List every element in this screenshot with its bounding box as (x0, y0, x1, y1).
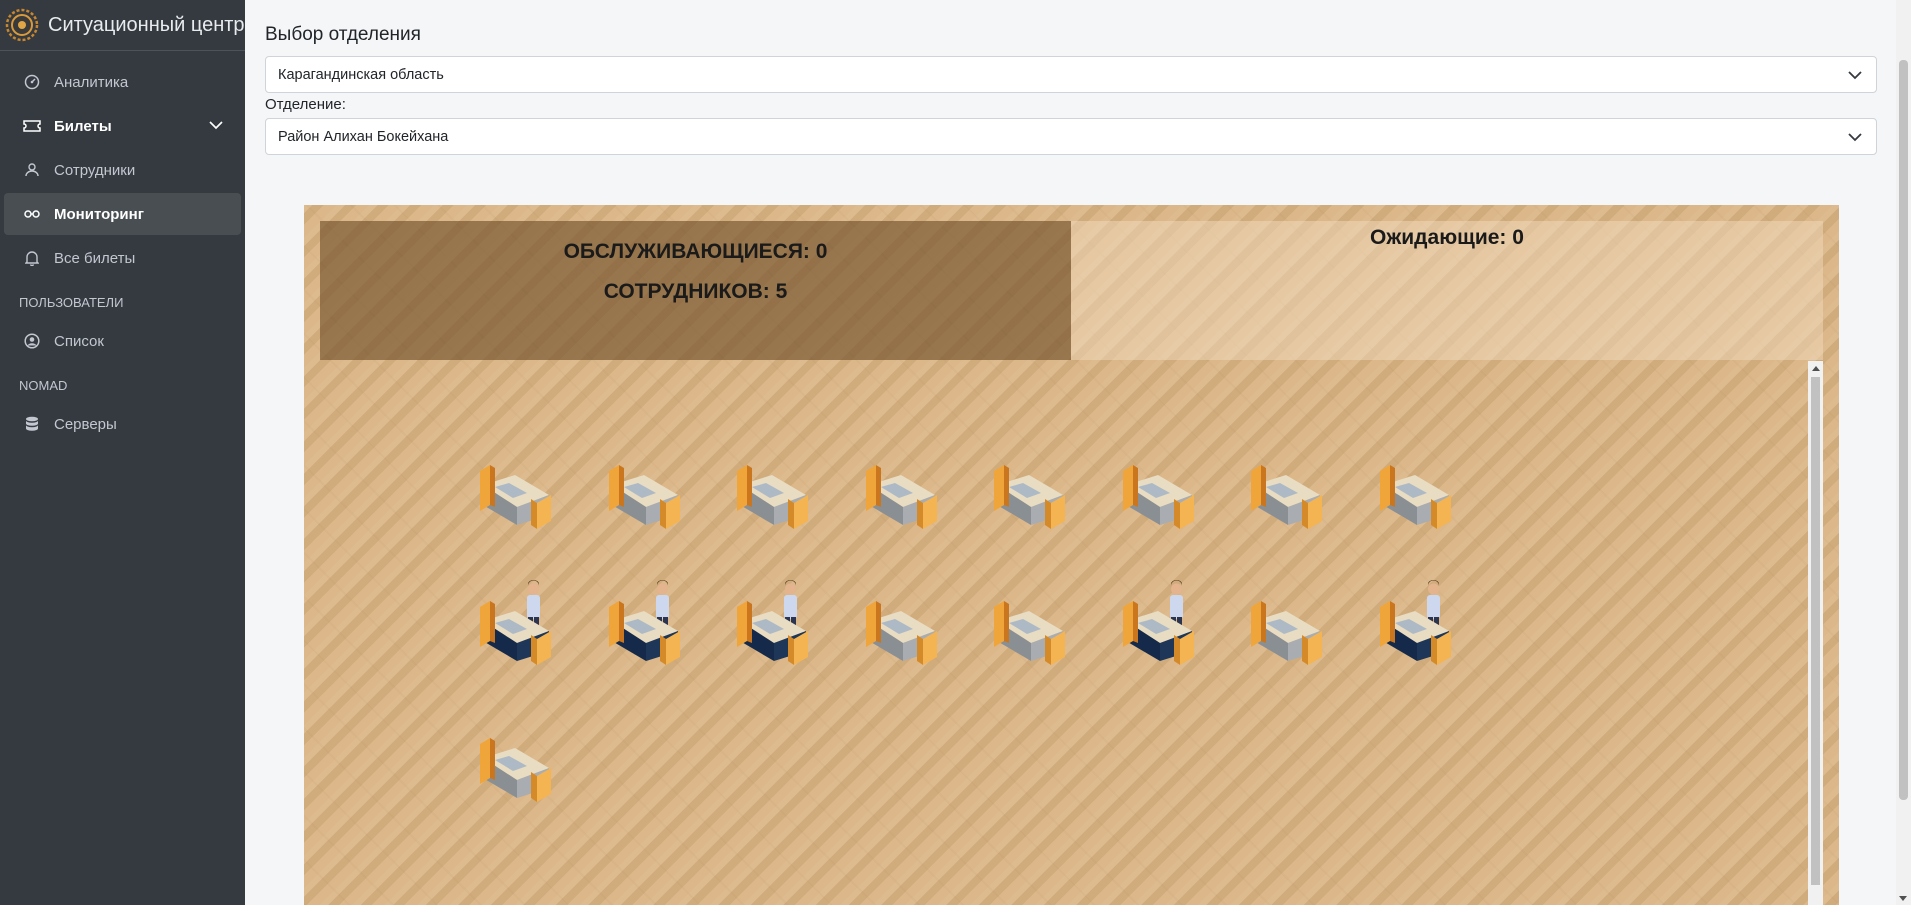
user-icon (22, 160, 42, 180)
region-select[interactable]: Карагандинская область (265, 56, 1877, 93)
sidebar-item-label: Сотрудники (54, 161, 136, 179)
service-desk-empty[interactable] (608, 437, 688, 532)
service-desk-empty[interactable] (865, 437, 945, 532)
service-desk-empty[interactable] (1379, 437, 1459, 532)
sidebar-item-all-tickets[interactable]: Все билеты (4, 237, 241, 279)
chevron-down-icon (1848, 68, 1862, 84)
sidebar-item-employees[interactable]: Сотрудники (4, 149, 241, 191)
service-desk-occupied[interactable] (1379, 573, 1459, 668)
serving-count: ОБСЛУЖИВАЮЩИЕСЯ: 0 (563, 240, 828, 263)
sidebar-item-tickets[interactable]: Билеты (4, 105, 241, 147)
hall-scrollbar[interactable] (1808, 361, 1823, 905)
branch-label: Отделение: (265, 96, 346, 113)
employees-count: СОТРУДНИКОВ: 5 (603, 280, 788, 303)
scroll-up-icon[interactable] (1812, 366, 1820, 371)
service-desk-empty[interactable] (993, 573, 1073, 668)
sidebar-item-label: Список (54, 332, 104, 350)
service-desk-empty[interactable] (1250, 437, 1330, 532)
app-title: Ситуационный центр (48, 13, 245, 36)
page-scrollbar[interactable] (1896, 0, 1911, 905)
chevron-down-icon[interactable] (209, 117, 223, 134)
branch-select[interactable]: Район Алихан Бокейхана (265, 118, 1877, 155)
service-desk-empty[interactable] (736, 437, 816, 532)
sidebar-item-label: Аналитика (54, 73, 129, 91)
service-desk-occupied[interactable] (1122, 573, 1202, 668)
service-desk-empty[interactable] (1122, 437, 1202, 532)
sidebar-item-monitoring[interactable]: Мониторинг (4, 193, 241, 235)
service-desk-empty[interactable] (865, 573, 945, 668)
service-desk-empty[interactable] (479, 437, 559, 532)
service-desk-occupied[interactable] (479, 573, 559, 668)
serving-panel: ОБСЛУЖИВАЮЩИЕСЯ: 0 СОТРУДНИКОВ: 5 (320, 221, 1071, 360)
bell-icon (22, 248, 42, 268)
sidebar-item-label: Все билеты (54, 249, 136, 267)
service-hall-floor: ОБСЛУЖИВАЮЩИЕСЯ: 0 СОТРУДНИКОВ: 5 Ожидаю… (304, 205, 1839, 905)
sidebar-item-label: Мониторинг (54, 205, 144, 223)
sidebar-item-analytics[interactable]: Аналитика (4, 61, 241, 103)
sidebar-item-label: Серверы (54, 415, 117, 433)
service-desk-empty[interactable] (479, 710, 559, 805)
scrollbar-thumb[interactable] (1811, 377, 1820, 885)
main-content: Выбор отделения Карагандинская область О… (245, 0, 1896, 905)
gauge-icon (22, 72, 42, 92)
page-title: Выбор отделения (265, 24, 421, 45)
service-desk-empty[interactable] (993, 437, 1073, 532)
database-icon (22, 414, 42, 434)
waiting-panel: Ожидающие: 0 (1071, 221, 1823, 360)
service-desk-empty[interactable] (1250, 573, 1330, 668)
section-header-nomad: NOMAD (19, 378, 68, 393)
chevron-down-icon (1848, 130, 1862, 146)
ticket-icon (22, 116, 42, 136)
sidebar-item-servers[interactable]: Серверы (4, 403, 241, 445)
sidebar-nav: Аналитика Билеты Сотрудники Мониторинг В… (0, 51, 245, 445)
emblem-logo (5, 8, 39, 42)
region-select-value: Карагандинская область (278, 66, 444, 83)
glasses-icon (22, 204, 42, 224)
waiting-count: Ожидающие: 0 (1370, 226, 1524, 249)
brand[interactable]: Ситуационный центр (0, 0, 245, 51)
page-scrollbar-thumb[interactable] (1899, 60, 1908, 800)
service-desk-occupied[interactable] (608, 573, 688, 668)
sidebar: Ситуационный центр Аналитика Билеты Сотр… (0, 0, 245, 905)
branch-select-value: Район Алихан Бокейхана (278, 128, 449, 145)
sidebar-item-list[interactable]: Список (4, 320, 241, 362)
sidebar-item-label: Билеты (54, 117, 112, 135)
user-circle-icon (22, 331, 42, 351)
service-desk-occupied[interactable] (736, 573, 816, 668)
scroll-down-icon[interactable] (1899, 896, 1907, 901)
section-header-users: ПОЛЬЗОВАТЕЛИ (19, 295, 124, 310)
